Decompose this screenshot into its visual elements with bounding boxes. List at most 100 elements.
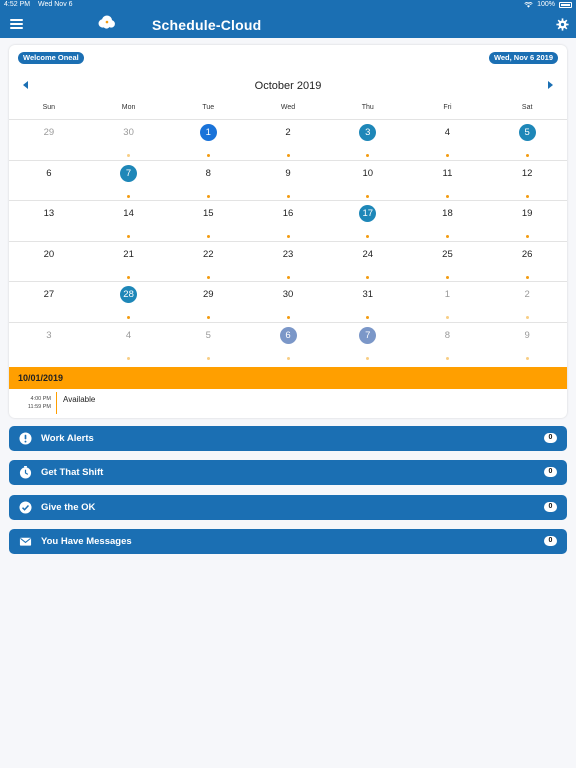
calendar-week-row: 29 30 1 2 3 4 5	[9, 119, 567, 160]
day-number: 6	[279, 326, 297, 344]
event-dot-indicator	[127, 356, 131, 360]
calendar-day[interactable]: 30	[248, 282, 328, 322]
calendar-day[interactable]: 6	[248, 323, 328, 363]
event-dot-indicator	[127, 316, 131, 319]
get-that-shift-button[interactable]: Get That Shift 0	[9, 460, 567, 486]
event-dot-indicator	[127, 235, 131, 238]
calendar-day[interactable]: 2	[248, 120, 328, 160]
day-number: 16	[282, 208, 294, 219]
hamburger-icon[interactable]	[10, 19, 23, 29]
calendar-week-row: 27 28 29 30 31 1 2	[9, 281, 567, 322]
calendar-day[interactable]: 1	[408, 282, 488, 322]
calendar-day[interactable]: 18	[408, 201, 488, 241]
calendar-day[interactable]: 2	[487, 282, 567, 322]
envelope-icon	[19, 537, 32, 546]
entry-times: 4:00 PM 11:59 PM	[17, 395, 51, 411]
calendar-day[interactable]: 17	[328, 201, 408, 241]
messages-label: You Have Messages	[41, 535, 132, 547]
day-number: 27	[43, 289, 55, 300]
calendar-day[interactable]: 26	[487, 242, 567, 282]
day-number: 20	[43, 248, 55, 260]
event-dot-indicator	[366, 194, 370, 198]
calendar-week-row: 3 4 5 6 7 8 9	[9, 321, 567, 363]
calendar-day[interactable]: 5	[487, 120, 567, 160]
calendar-day[interactable]: 30	[89, 120, 169, 160]
calendar-day[interactable]: 29	[168, 282, 248, 322]
event-dot-indicator	[366, 275, 370, 279]
calendar-day[interactable]: 9	[248, 161, 328, 201]
entry-start-time: 4:00 PM	[30, 396, 51, 402]
day-number: 9	[524, 329, 530, 341]
event-dot-indicator	[525, 316, 529, 319]
calendar-day[interactable]: 29	[9, 120, 89, 160]
calendar-day[interactable]: 21	[89, 242, 169, 282]
calendar-day[interactable]: 6	[9, 161, 89, 201]
calendar-day[interactable]: 9	[487, 323, 567, 363]
next-month-arrow-icon[interactable]	[548, 81, 553, 89]
calendar-day[interactable]: 10	[328, 161, 408, 201]
event-dot-indicator	[525, 235, 529, 238]
calendar-day[interactable]: 3	[9, 323, 89, 363]
weekday-label: Fri	[443, 104, 452, 111]
event-dot-indicator	[366, 316, 370, 319]
calendar-day[interactable]: 16	[248, 201, 328, 241]
calendar-day[interactable]: 13	[9, 201, 89, 241]
calendar-day[interactable]: 4	[408, 120, 488, 160]
selected-date: 10/01/2019	[18, 373, 64, 383]
selected-date-bar: 10/01/2019	[9, 367, 567, 389]
calendar-day[interactable]: 19	[487, 201, 567, 241]
schedule-entry[interactable]: 4:00 PM 11:59 PM Available	[9, 389, 567, 418]
entry-divider	[56, 392, 57, 414]
event-dot-indicator	[366, 356, 370, 360]
calendar-card: Welcome Oneal Wed, Nov 6 2019 October 20…	[9, 45, 567, 418]
calendar-day[interactable]: 22	[168, 242, 248, 282]
calendar-day[interactable]: 15	[168, 201, 248, 241]
calendar-day[interactable]: 20	[9, 242, 89, 282]
event-dot-indicator	[445, 316, 449, 319]
gear-icon[interactable]	[556, 18, 569, 31]
welcome-badge: Welcome Oneal	[18, 52, 84, 64]
calendar-day[interactable]: 28	[89, 282, 169, 322]
entry-end-time: 11:59 PM	[27, 404, 51, 410]
calendar-day[interactable]: 14	[89, 201, 169, 241]
calendar-day[interactable]: 3	[328, 120, 408, 160]
app-title: Schedule-Cloud	[152, 17, 262, 33]
day-number: 3	[46, 329, 52, 341]
day-number: 10	[362, 167, 374, 179]
give-the-ok-count: 0	[544, 501, 557, 512]
calendar-day[interactable]: 23	[248, 242, 328, 282]
day-number: 7	[120, 164, 138, 182]
calendar-day[interactable]: 5	[168, 323, 248, 363]
work-alerts-button[interactable]: Work Alerts 0	[9, 426, 567, 451]
event-dot-indicator	[445, 235, 449, 238]
status-bar: 4:52 PM Wed Nov 6 100%	[0, 0, 576, 11]
status-date: Wed Nov 6	[38, 1, 73, 8]
day-number: 21	[123, 248, 134, 260]
calendar-day[interactable]: 4	[89, 323, 169, 363]
day-number: 28	[120, 286, 138, 303]
calendar-day[interactable]: 31	[328, 282, 408, 322]
weekday-label: Mon	[121, 104, 136, 111]
give-the-ok-button[interactable]: Give the OK 0	[9, 494, 567, 520]
wifi-icon	[524, 1, 533, 8]
checkmark-icon	[19, 501, 32, 514]
calendar-day[interactable]: 1	[168, 120, 248, 160]
calendar-day[interactable]: 7	[89, 161, 169, 201]
calendar-day[interactable]: 12	[487, 161, 567, 201]
day-number: 1	[199, 124, 217, 141]
messages-button[interactable]: You Have Messages 0	[9, 528, 567, 554]
day-number: 5	[518, 124, 536, 141]
event-dot-indicator	[445, 275, 449, 279]
calendar-day[interactable]: 8	[408, 323, 488, 363]
calendar-day[interactable]: 7	[328, 323, 408, 363]
day-number: 8	[444, 329, 451, 341]
weekday-label: Sun	[42, 104, 56, 111]
calendar-day[interactable]: 24	[328, 242, 408, 282]
event-dot-indicator	[445, 356, 449, 360]
calendar-day[interactable]: 25	[408, 242, 488, 282]
calendar-day[interactable]: 11	[408, 161, 488, 201]
event-dot-indicator	[366, 154, 370, 157]
battery-percent: 100%	[537, 1, 555, 8]
calendar-day[interactable]: 8	[168, 161, 248, 201]
calendar-day[interactable]: 27	[9, 282, 89, 322]
